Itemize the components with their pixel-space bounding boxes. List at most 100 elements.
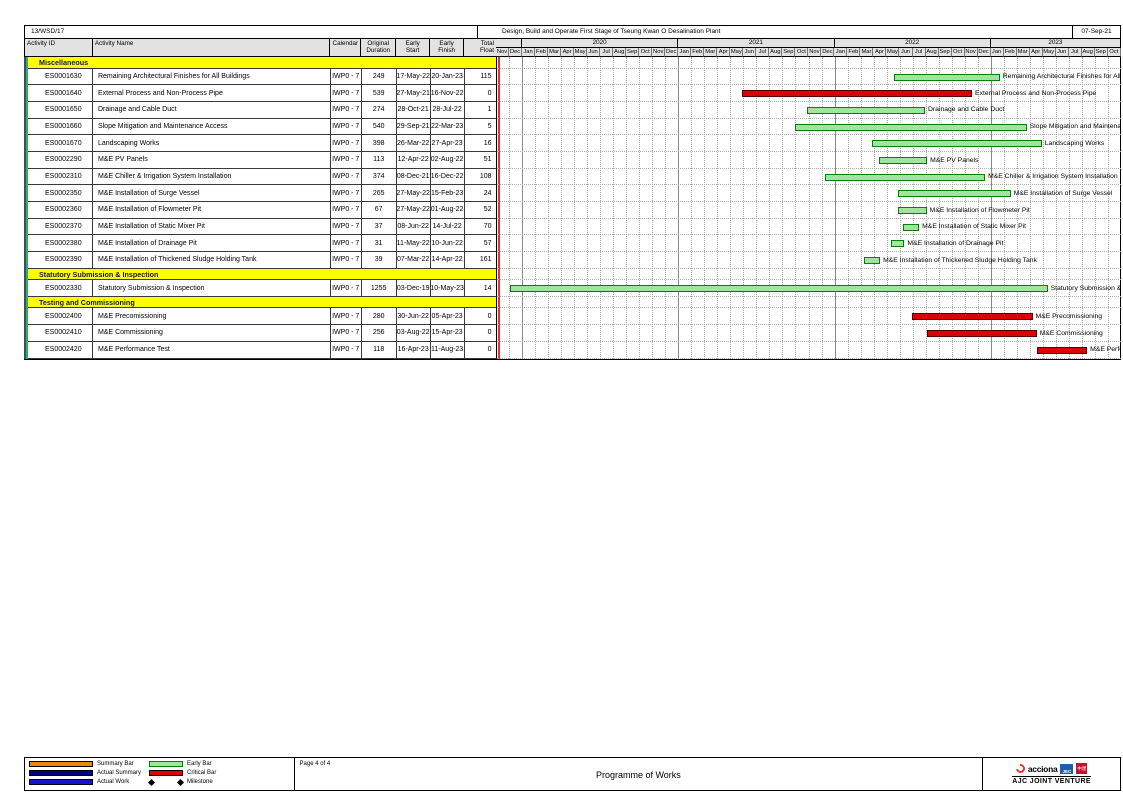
gantt-row-cell: Statutory Submission & Inspection xyxy=(497,280,1121,297)
legend-swatch xyxy=(29,770,93,776)
month-header: Aug xyxy=(1082,48,1095,57)
cell-original-duration: 118 xyxy=(362,342,397,359)
activity-row: ES0002290M&E PV PanelsIWP0 - 711312-Apr-… xyxy=(25,152,1121,169)
cell-early-finish: 11-Aug-23 xyxy=(431,342,465,359)
cell-activity-name: M&E Installation of Surge Vessel xyxy=(93,185,331,202)
critical-bar xyxy=(742,90,972,97)
activity-row: ES0002360M&E Installation of Flowmeter P… xyxy=(25,202,1121,219)
legend-item: Early Bar xyxy=(149,761,216,767)
activity-row: ES0001670Landscaping WorksIWP0 - 739826-… xyxy=(25,135,1121,152)
cell-total-float: 14 xyxy=(465,280,497,297)
table-column-headers: Activity IDActivity NameCalendarOriginal… xyxy=(24,39,496,57)
document-title: Programme of Works xyxy=(295,770,983,780)
cell-calendar: IWP0 - 7 xyxy=(331,252,362,269)
month-header: May xyxy=(1043,48,1056,57)
legend-box: Summary BarActual SummaryActual Work Earl… xyxy=(25,758,295,790)
cell-original-duration: 37 xyxy=(362,219,397,236)
cell-early-start: 28-Oct-21 xyxy=(397,102,431,119)
legend-item: Milestone xyxy=(149,779,216,785)
cell-original-duration: 540 xyxy=(362,119,397,136)
month-header: Feb xyxy=(691,48,704,57)
milestone-diamond-icon xyxy=(177,778,184,785)
cell-total-float: 0 xyxy=(465,308,497,325)
early-bar xyxy=(510,285,1047,292)
cell-activity-name: M&E Installation of Thickened Sludge Hol… xyxy=(93,252,331,269)
bar-label: M&E Commissioning xyxy=(1040,330,1103,338)
bar-label: M&E Installation of Drainage Pit xyxy=(907,240,1003,248)
gantt-row-cell: M&E Precomissioning xyxy=(497,308,1121,325)
month-header: Dec xyxy=(821,48,834,57)
gantt-printout-page: { "header": { "doc_number": "13/WSD/17",… xyxy=(0,0,1123,794)
month-header: Feb xyxy=(1004,48,1017,57)
activity-row: ES0002420M&E Performance TestIWP0 - 7118… xyxy=(25,342,1121,359)
activity-row: ES0002410M&E CommissioningIWP0 - 725603-… xyxy=(25,325,1121,342)
cell-activity-id: ES0001640 xyxy=(25,85,93,102)
legend-label: Early Bar xyxy=(187,761,212,767)
cell-calendar: IWP0 - 7 xyxy=(331,119,362,136)
cell-total-float: 57 xyxy=(465,235,497,252)
cell-original-duration: 539 xyxy=(362,85,397,102)
cell-total-float: 70 xyxy=(465,219,497,236)
year-header xyxy=(496,39,522,48)
bar-label: M&E Installation of Surge Vessel xyxy=(1014,190,1113,198)
legend-column-1: Summary BarActual SummaryActual Work xyxy=(29,761,141,785)
cell-total-float: 0 xyxy=(465,325,497,342)
cell-original-duration: 113 xyxy=(362,152,397,169)
legend-item: Summary Bar xyxy=(29,761,141,767)
cell-calendar: IWP0 - 7 xyxy=(331,325,362,342)
month-header: Sep xyxy=(1095,48,1108,57)
month-header: May xyxy=(730,48,743,57)
gantt-row-cell: External Process and Non-Process Pipe xyxy=(497,85,1121,102)
activity-row: ES0001640 External Process and Non-Proces… xyxy=(25,85,1121,102)
cscec-logo: 中建 xyxy=(1076,763,1087,774)
cell-activity-id: ES0002400 xyxy=(25,308,93,325)
cell-activity-name: M&E Installation of Static Mixer Pit xyxy=(93,219,331,236)
bar-label: M&E Installation of Static Mixer Pit xyxy=(922,223,1026,231)
acciona-logo-text: acciona xyxy=(1028,764,1058,774)
cell-activity-name: M&E PV Panels xyxy=(93,152,331,169)
column-header-4: Early Start xyxy=(396,39,430,56)
cell-calendar: IWP0 - 7 xyxy=(331,185,362,202)
cell-original-duration: 39 xyxy=(362,252,397,269)
cell-early-finish: 16-Dec-22 xyxy=(431,169,465,186)
month-header: Jan xyxy=(991,48,1004,57)
cell-early-finish: 10-Jun-22 xyxy=(431,235,465,252)
month-header: Aug xyxy=(926,48,939,57)
month-header: Oct xyxy=(952,48,965,57)
month-header: Jul xyxy=(756,48,769,57)
logo-row: acciona JEC 中建 xyxy=(1016,763,1088,774)
early-bar xyxy=(894,74,1000,81)
column-header-5: Early Finish xyxy=(430,39,464,56)
cell-activity-name: Statutory Submission & Inspection xyxy=(93,280,331,297)
bar-label: M&E Chiller & Irrigation System Installa… xyxy=(988,173,1118,181)
data-date: 07-Sep-21 xyxy=(1073,26,1120,38)
cell-early-start: 27-May-21 xyxy=(397,85,431,102)
cell-total-float: 51 xyxy=(465,152,497,169)
group-band-label: Statutory Submission & Inspection xyxy=(25,269,497,281)
cell-early-start: 03-Dec-19 xyxy=(397,280,431,297)
activity-row: ES0002330Statutory Submission & Inspecti… xyxy=(25,280,1121,297)
month-header: Apr xyxy=(561,48,574,57)
gantt-row-cell: M&E Installation of Surge Vessel xyxy=(497,185,1121,202)
year-header: 2023 xyxy=(991,39,1121,48)
legend-swatch xyxy=(29,761,93,767)
page-number: Page 4 of 4 xyxy=(300,761,331,767)
group-row: Testing and Commissioning xyxy=(25,297,1121,309)
month-header: Jun xyxy=(743,48,756,57)
bar-label: M&E Installation of Thickened Sludge Hol… xyxy=(883,257,1037,265)
bar-label: M&E PV Panels xyxy=(930,157,978,165)
gantt-row-cell: Remaining Architectural Finishes for All… xyxy=(497,69,1121,86)
month-header: Oct xyxy=(1108,48,1121,57)
gantt-row-cell: Landscaping Works xyxy=(497,135,1121,152)
sheet-header-band: 13/WSD/17 Design, Build and Operate Firs… xyxy=(24,25,1121,39)
month-header: Jul xyxy=(913,48,926,57)
gantt-row-cell: Slope Mitigation and Maintenance Access xyxy=(497,119,1121,136)
cell-original-duration: 67 xyxy=(362,202,397,219)
cell-calendar: IWP0 - 7 xyxy=(331,152,362,169)
early-bar xyxy=(898,190,1011,197)
bar-label: Remaining Architectural Finishes for All… xyxy=(1003,73,1121,81)
milestone-diamond-icon xyxy=(148,778,155,785)
cell-original-duration: 374 xyxy=(362,169,397,186)
month-header: Apr xyxy=(873,48,886,57)
cell-activity-name: Drainage and Cable Duct xyxy=(93,102,331,119)
